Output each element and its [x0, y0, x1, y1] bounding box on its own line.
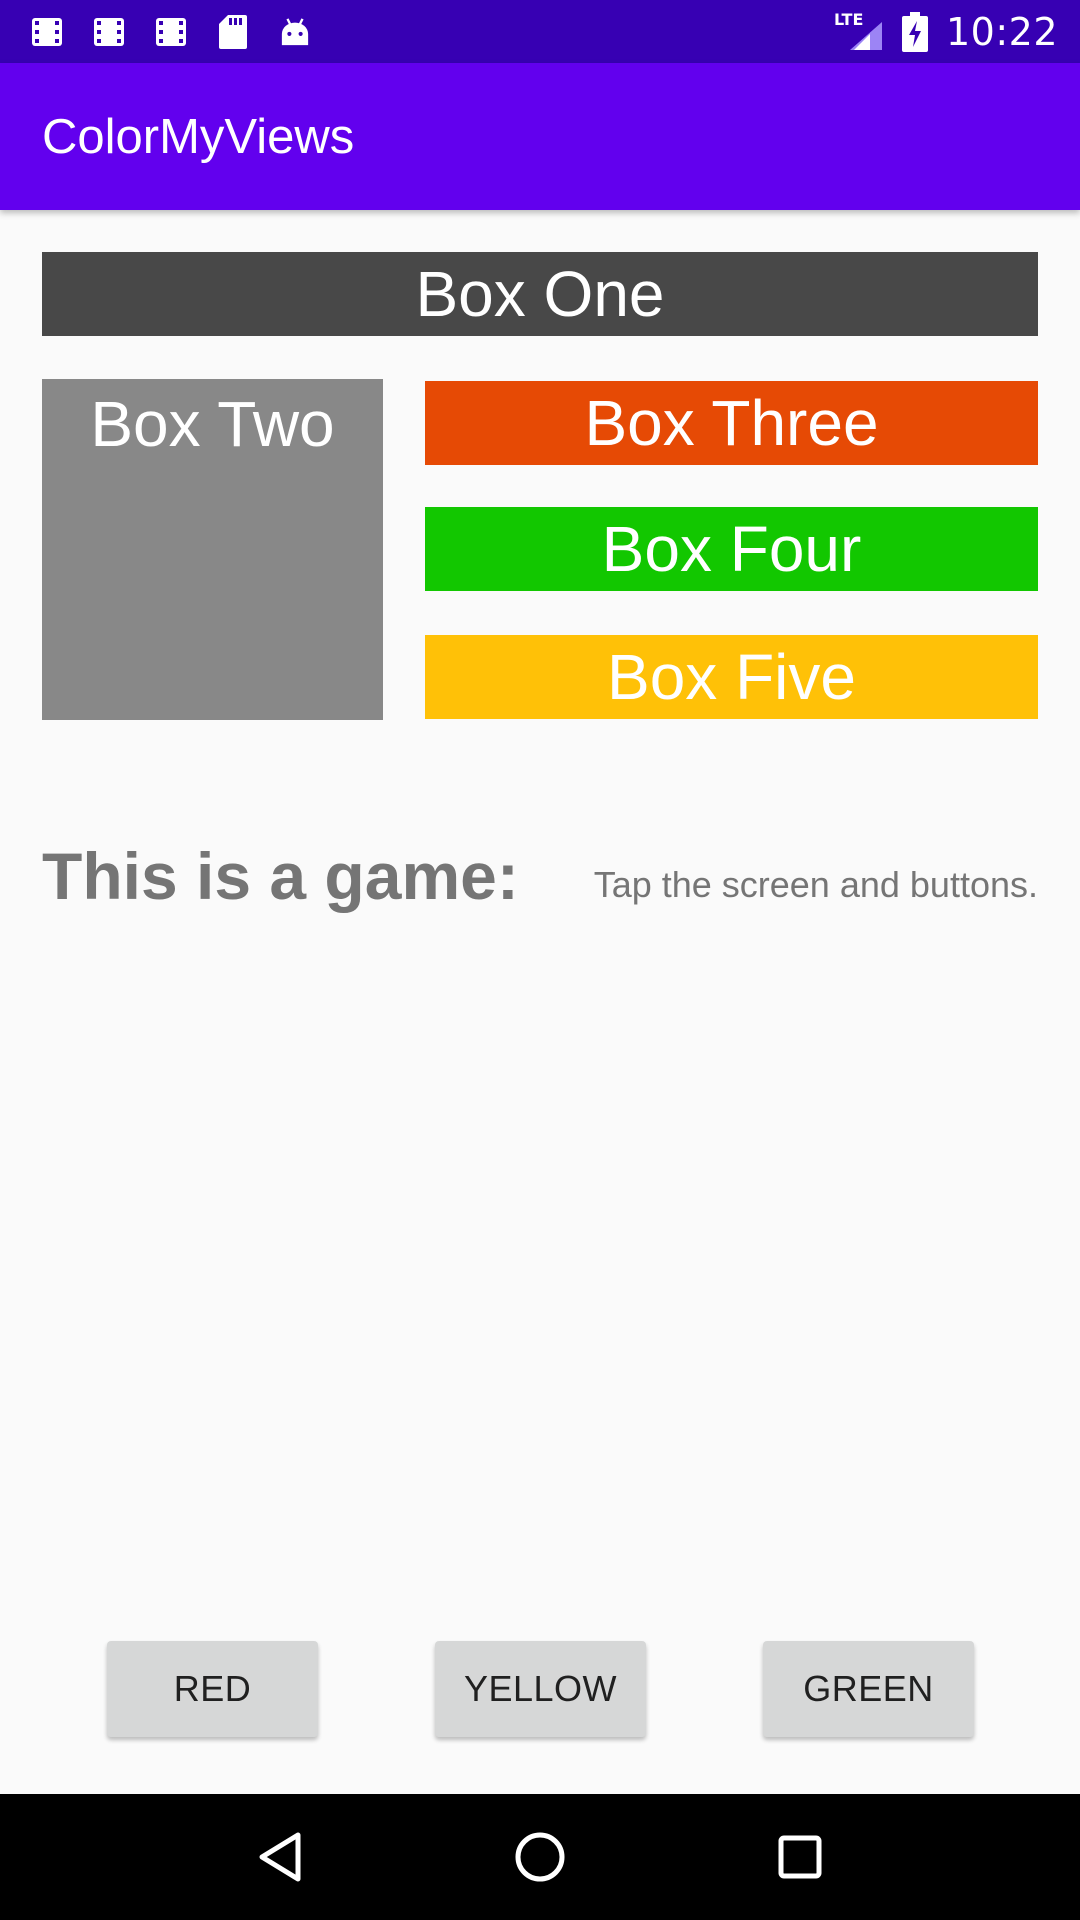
clock: 10:22: [945, 9, 1058, 54]
instructions-label: Tap the screen and buttons.: [593, 864, 1038, 905]
film-icon: [32, 16, 62, 48]
system-status-icons: LTE 10:22: [834, 10, 1058, 54]
film-icon: [94, 16, 124, 48]
back-icon[interactable]: [240, 1817, 320, 1897]
status-bar: LTE 10:22: [0, 0, 1080, 63]
box-four[interactable]: Box Four: [425, 507, 1038, 591]
navigation-bar: [0, 1794, 1080, 1920]
app-title: ColorMyViews: [42, 109, 355, 164]
battery-charging-icon: [901, 11, 928, 52]
red-button[interactable]: RED: [107, 1641, 318, 1737]
box-five[interactable]: Box Five: [425, 635, 1038, 719]
signal-icon: LTE: [834, 10, 884, 52]
screen: LTE 10:22 ColorMyViews Box One Box Two B…: [0, 0, 1080, 1920]
android-icon: [280, 16, 310, 48]
box-three[interactable]: Box Three: [425, 381, 1038, 465]
box-two[interactable]: Box Two: [42, 379, 383, 720]
box-one[interactable]: Box One: [42, 252, 1038, 336]
sd-card-icon: [218, 14, 248, 49]
app-bar: ColorMyViews: [0, 63, 1080, 210]
green-button[interactable]: GREEN: [763, 1641, 974, 1737]
recents-icon[interactable]: [760, 1817, 840, 1897]
home-icon[interactable]: [500, 1817, 580, 1897]
yellow-button[interactable]: YELLOW: [435, 1641, 646, 1737]
game-label: This is a game:: [42, 839, 519, 913]
notification-icons: [32, 14, 310, 49]
film-icon: [156, 16, 186, 48]
